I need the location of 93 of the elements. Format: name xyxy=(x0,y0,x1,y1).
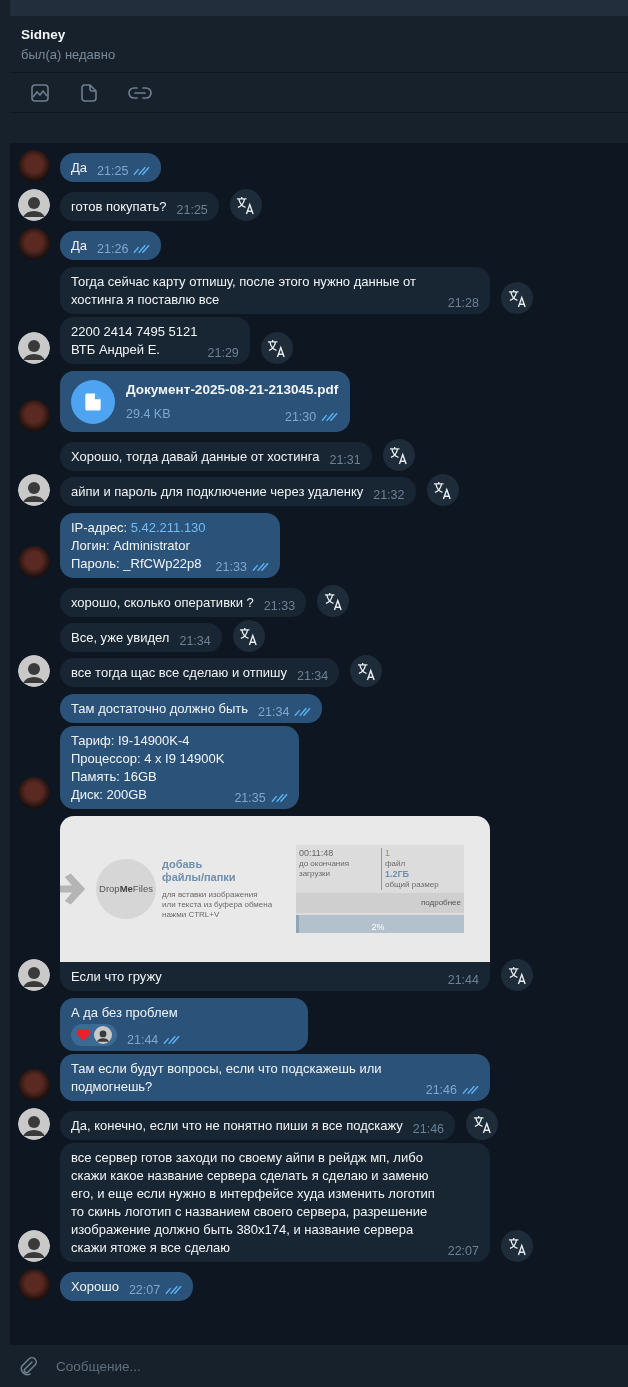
message-time: 21:31 xyxy=(329,452,361,469)
message-text: Хорошо, тогда давай данные от хостинга xyxy=(71,448,320,466)
message-time: 21:44 xyxy=(447,972,479,989)
avatar[interactable] xyxy=(18,474,50,506)
file-icon[interactable] xyxy=(79,83,99,103)
message-time: 21:25 xyxy=(176,202,208,219)
message-text: Тариф: I9-14900K-4 Процессор: 4 x I9 14900K Память: 16GB Диск: 200GB xyxy=(71,732,225,804)
ip-link[interactable]: 5.42.211.130 xyxy=(130,520,206,535)
message-time: 21:44 xyxy=(127,1032,159,1049)
message-time: 21:30 xyxy=(284,409,317,426)
translate-icon xyxy=(267,338,287,358)
message-time: 21:34 xyxy=(179,633,211,650)
translate-icon xyxy=(239,626,259,646)
message-text: Все, уже увидел xyxy=(71,629,170,647)
message-text: все сервер готов заходи по своему айпи в рейдж мп, либо скажи какое название сервера сделать я сделаю и заменю его, и еще если нужно в интерфейсе худа изменить логотип то скинь логотип с названием своего сервера, разрешение изображение должно быть 380x174, и название сервера скажи ятоже я все сделаю xyxy=(71,1149,436,1257)
file-name[interactable]: Документ-2025-08-21-213045.pdf xyxy=(126,381,339,399)
translate-button[interactable] xyxy=(466,1108,499,1140)
message-text: хорошо, сколько оперативки ? xyxy=(71,594,254,612)
translate-button[interactable] xyxy=(229,189,262,221)
message-time: 21:29 xyxy=(207,345,239,362)
avatar[interactable] xyxy=(18,332,50,364)
message-text: Если что гружу xyxy=(71,968,162,986)
timer: 00:11:48 xyxy=(299,848,335,859)
message-text: айпи и пароль для подключение через удаленку xyxy=(71,483,364,501)
translate-button[interactable] xyxy=(232,620,265,652)
message-text: Тогда сейчас карту отпишу, после этого нужно данные от хостинга я поставлю все xyxy=(71,273,417,309)
translate-button[interactable] xyxy=(501,959,533,991)
message-text: Да xyxy=(71,159,88,177)
image-icon[interactable] xyxy=(30,83,50,103)
reaction-chip[interactable] xyxy=(71,1024,117,1046)
message-text: Хорошо xyxy=(71,1278,119,1296)
translate-button[interactable] xyxy=(260,332,293,364)
heart-icon xyxy=(76,1028,91,1042)
translate-icon xyxy=(236,195,256,215)
message-time: 21:25 xyxy=(97,163,129,180)
link-icon[interactable] xyxy=(128,86,152,100)
message-time: 21:28 xyxy=(447,295,479,312)
message-input[interactable]: Сообщение... xyxy=(54,1357,628,1375)
avatar[interactable] xyxy=(18,655,50,687)
message-time: 22:07 xyxy=(447,1243,479,1260)
message-time: 21:46 xyxy=(412,1121,445,1138)
translate-icon xyxy=(472,1114,492,1134)
translate-icon xyxy=(323,591,343,611)
message-time: 21:33 xyxy=(215,559,247,576)
avatar[interactable] xyxy=(18,1230,50,1262)
message-text: Там достаточно должно быть xyxy=(71,700,249,718)
translate-icon xyxy=(507,288,527,308)
total-size: 1.2ГБ xyxy=(385,869,411,880)
translate-button[interactable] xyxy=(382,439,415,471)
translate-icon xyxy=(356,661,376,681)
message-time: 21:26 xyxy=(97,241,129,258)
translate-icon xyxy=(507,965,527,985)
avatar xyxy=(94,1026,112,1044)
drop-title: добавь файлы/папки xyxy=(162,858,237,884)
message-time: 21:46 xyxy=(425,1082,457,1099)
translate-button[interactable] xyxy=(501,282,533,314)
message-text: 2200 2414 7495 5121 ВТБ Андрей Е. xyxy=(71,323,198,359)
translate-icon xyxy=(507,1236,527,1256)
message-time: 22:07 xyxy=(128,1282,161,1299)
message-time: 21:32 xyxy=(373,487,405,504)
translate-icon xyxy=(433,480,452,500)
translate-button[interactable] xyxy=(426,474,459,506)
size-label: общий размер xyxy=(385,880,440,890)
message-text: все тогда щас все сделаю и отпишу xyxy=(71,664,287,682)
timer-label: до окончания загрузки xyxy=(299,859,351,879)
file-size: 29.4 KB xyxy=(126,406,171,423)
message-time: 21:34 xyxy=(258,704,290,721)
chat-title: Sidney xyxy=(21,27,67,42)
message-bar[interactable]: Сообщение... xyxy=(10,1345,628,1387)
logo-text: DropMeFiles xyxy=(99,882,153,896)
drop-hint: для вставки изображения или текста из буфера обмена нажми CTRL+V xyxy=(162,890,274,920)
message-time: 21:35 xyxy=(234,790,266,807)
message-text: Да, конечно, если что не понятно пиши я все подскажу xyxy=(71,1117,403,1135)
translate-button[interactable] xyxy=(317,585,350,617)
avatar[interactable] xyxy=(18,189,50,221)
message-time: 21:34 xyxy=(296,668,329,685)
avatar[interactable] xyxy=(18,1108,50,1140)
message-text: готов покупать? xyxy=(71,198,167,216)
message-text: Да xyxy=(71,237,88,255)
count-label: файл xyxy=(385,859,407,869)
avatar[interactable] xyxy=(18,959,50,991)
file-count: 1 xyxy=(385,848,391,859)
translate-button[interactable] xyxy=(501,1230,533,1262)
message-time: 21:33 xyxy=(263,598,296,615)
translate-button[interactable] xyxy=(350,655,383,687)
progress-text: 2% xyxy=(371,921,385,934)
message-text: Там если будут вопросы, если что подскажешь или подмогнешь? xyxy=(71,1060,383,1096)
message-text: А да без проблем xyxy=(71,1004,179,1022)
document-icon[interactable] xyxy=(71,380,115,424)
message-text: IP-адрес: 5.42.211.130 Логин: Administrator Пароль: _RfCWp22p8 xyxy=(71,519,206,573)
chat-status: был(а) недавно xyxy=(21,47,117,62)
translate-icon xyxy=(389,445,409,465)
attach-icon[interactable] xyxy=(18,1356,38,1376)
